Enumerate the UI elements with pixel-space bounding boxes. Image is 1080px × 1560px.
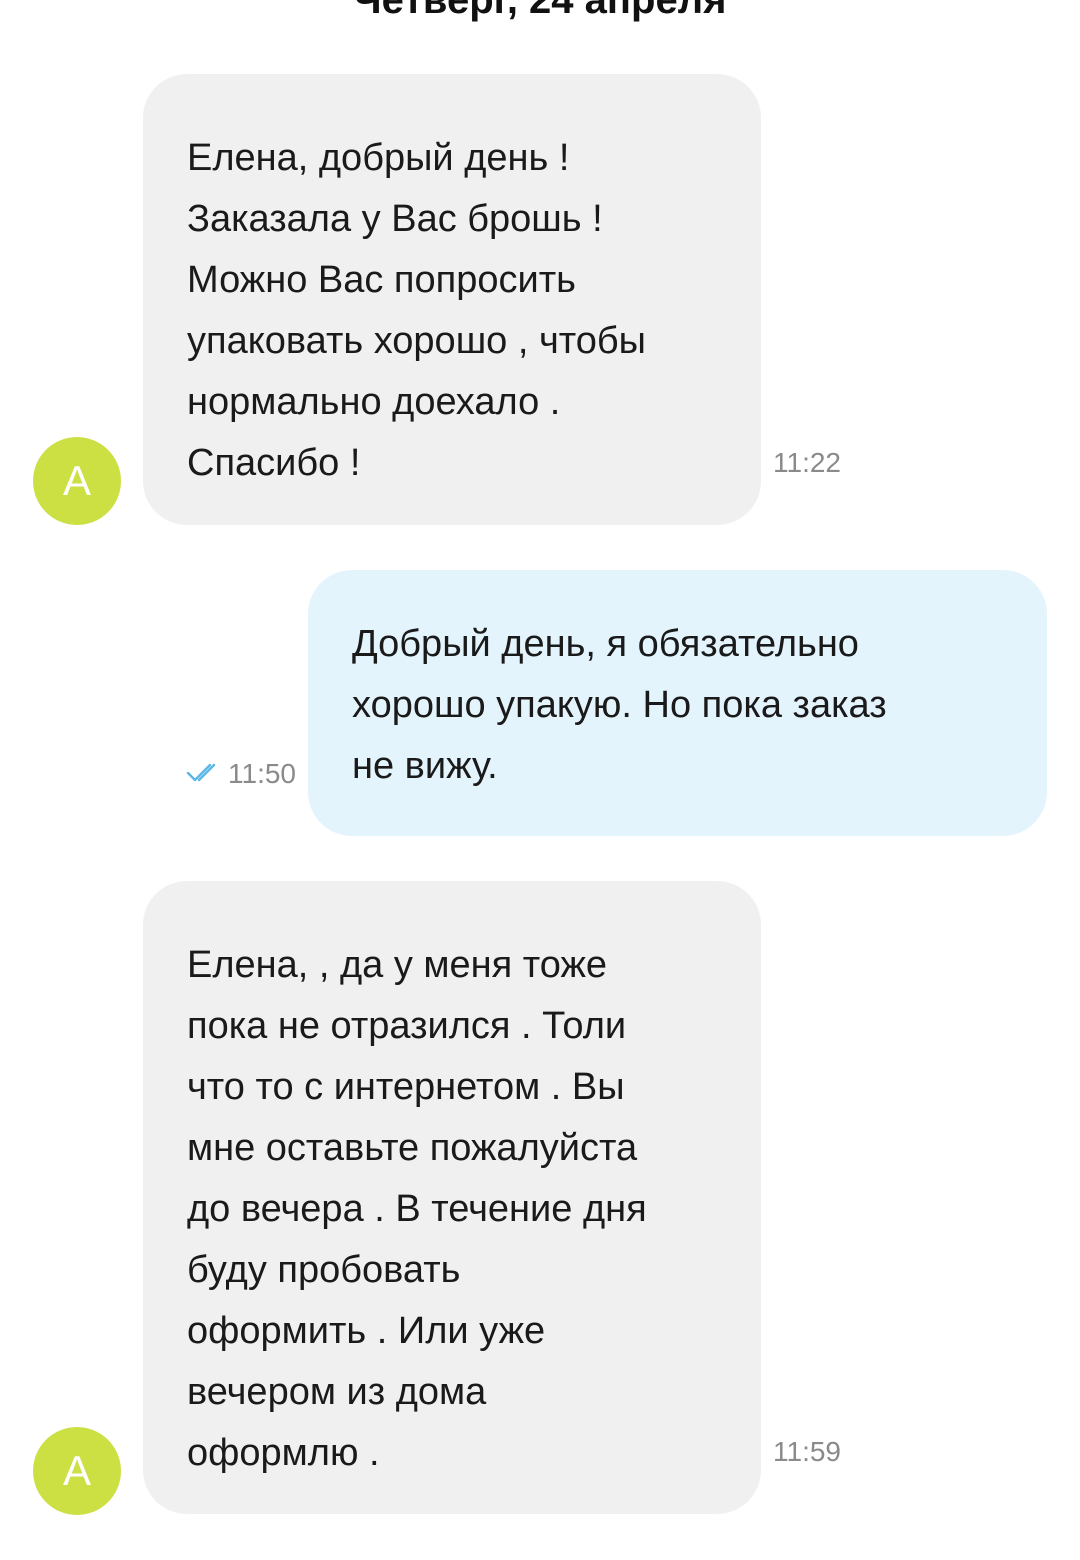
message-time: 11:22 [773,447,841,478]
message-time: 11:59 [773,1436,841,1467]
outgoing-message-bubble[interactable]: Добрый день, я обязательно хорошо упакую… [308,570,1047,836]
message-text: Добрый день, я обязательно хорошо упакую… [352,623,887,787]
double-check-icon [186,762,224,789]
date-separator: Четверг, 24 апреля [353,0,727,22]
incoming-message-bubble[interactable]: Елена, , да у меня тоже пока не отразилс… [143,881,761,1514]
message-text: Елена, , да у меня тоже пока не отразилс… [187,944,647,1474]
message-text: Елена, добрый день ! Заказала у Вас брош… [187,137,646,484]
incoming-message-bubble[interactable]: Елена, добрый день ! Заказала у Вас брош… [143,74,761,525]
sender-avatar[interactable]: А [33,437,121,525]
sender-avatar[interactable]: А [33,1427,121,1515]
message-time: 11:50 [228,758,296,789]
